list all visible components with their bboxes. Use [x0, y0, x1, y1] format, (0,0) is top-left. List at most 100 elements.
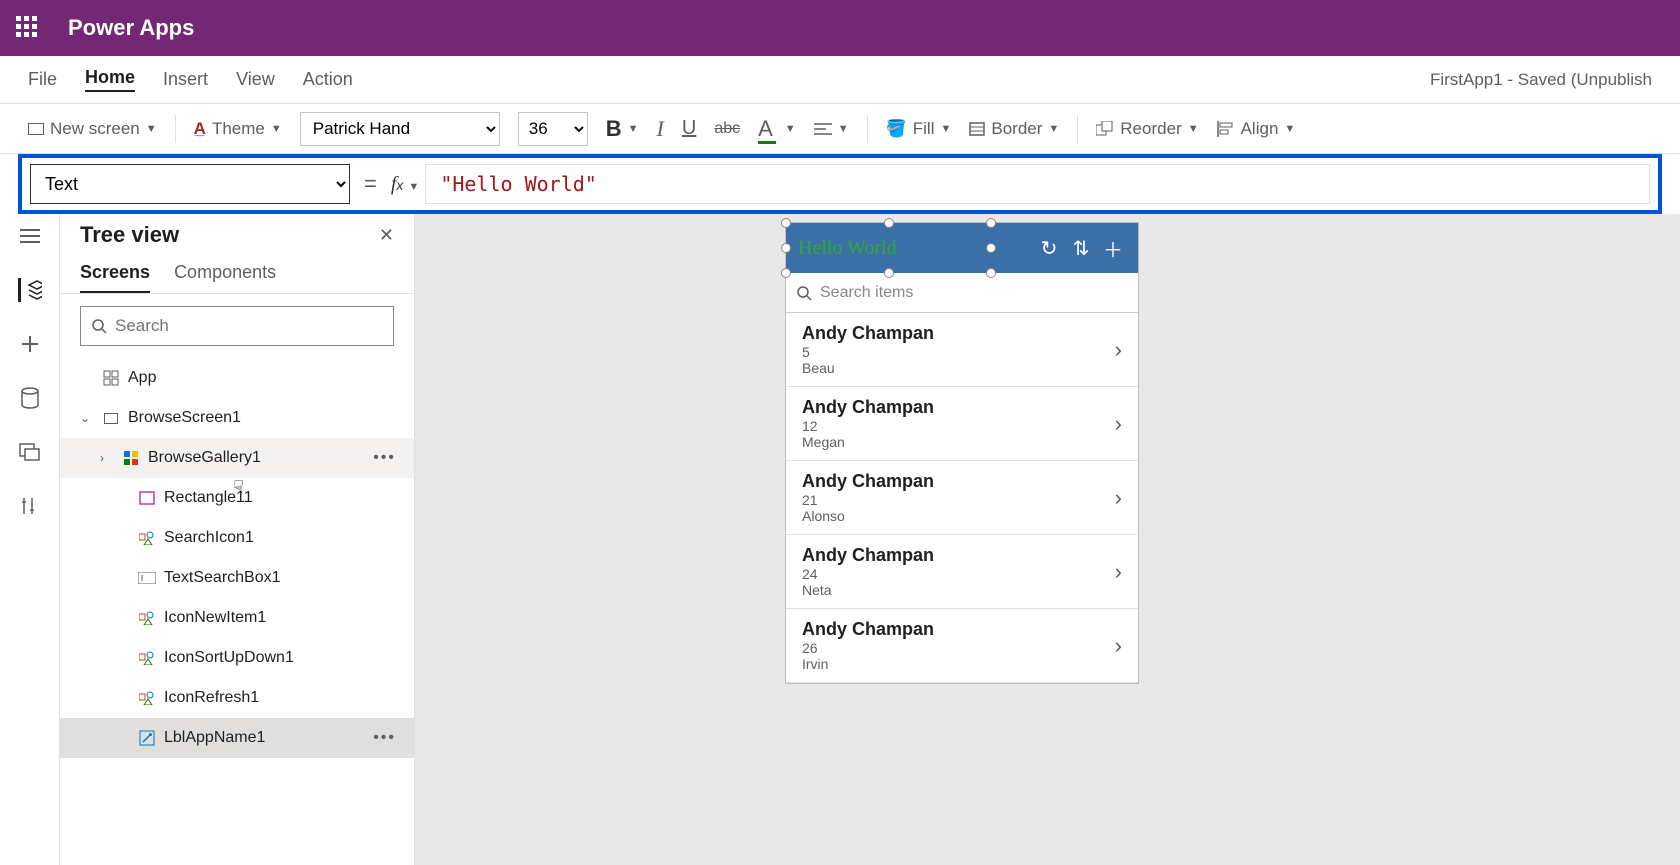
preview-header: Hello World ↻ ⇅ ＋	[786, 223, 1138, 273]
waffle-icon[interactable]	[16, 16, 40, 40]
align-objects-button[interactable]: Align ▼	[1217, 119, 1296, 139]
fill-button[interactable]: 🪣 Fill ▼	[886, 119, 952, 139]
preview-search-placeholder: Search items	[820, 284, 913, 302]
tree-item-searchicon[interactable]: SearchIcon1	[60, 518, 414, 558]
search-icon	[796, 285, 812, 301]
formula-input[interactable]	[425, 164, 1650, 204]
tree-item-textsearchbox[interactable]: TextSearchBox1	[60, 558, 414, 598]
control-icon	[138, 651, 156, 665]
font-size-select[interactable]: 36	[518, 112, 588, 146]
chevron-down-icon: ▼	[271, 123, 282, 135]
menu-view[interactable]: View	[236, 69, 275, 90]
bold-button[interactable]: B ▼	[606, 116, 639, 142]
font-select[interactable]: Patrick Hand	[300, 112, 500, 146]
reorder-icon	[1096, 121, 1114, 137]
tree-search[interactable]	[80, 306, 394, 346]
screen-icon	[102, 413, 120, 424]
theme-button[interactable]: A̲ Theme ▼	[194, 119, 282, 139]
property-select[interactable]: Text	[30, 164, 350, 204]
insert-icon[interactable]	[18, 332, 42, 356]
chevron-down-icon: ▼	[838, 123, 849, 135]
tree-view-icon[interactable]	[18, 278, 42, 302]
more-icon[interactable]: •••	[373, 729, 396, 747]
chevron-down-icon[interactable]: ⌄	[80, 411, 94, 425]
chevron-down-icon: ▼	[628, 123, 639, 135]
tree-search-input[interactable]	[115, 316, 383, 336]
hamburger-icon[interactable]	[18, 224, 42, 248]
app-header: Power Apps	[0, 0, 1680, 56]
data-icon[interactable]	[18, 386, 42, 410]
italic-button[interactable]: I	[657, 116, 664, 142]
reorder-label: Reorder	[1120, 119, 1181, 139]
reorder-button[interactable]: Reorder ▼	[1096, 119, 1198, 139]
theme-label: Theme	[212, 119, 265, 139]
fill-icon: 🪣	[886, 119, 907, 139]
tree-item-iconrefresh[interactable]: IconRefresh1	[60, 678, 414, 718]
close-icon[interactable]: ✕	[379, 225, 394, 246]
list-item[interactable]: Andy Champan26Irvin›	[786, 609, 1138, 683]
font-color-button[interactable]: A ▼	[758, 116, 796, 142]
menu-home[interactable]: Home	[85, 67, 135, 92]
list-item[interactable]: Andy Champan5Beau›	[786, 313, 1138, 387]
media-icon[interactable]	[18, 440, 42, 464]
row-sub: Megan	[802, 434, 1115, 450]
row-number: 24	[802, 566, 1115, 582]
tree-item-iconsortupdown[interactable]: IconSortUpDown1	[60, 638, 414, 678]
tree-item-lblappname[interactable]: LblAppName1 •••	[60, 718, 414, 758]
canvas[interactable]: Hello World ↻ ⇅ ＋ Search items Andy Cham…	[415, 214, 1680, 865]
tree-item-label: IconNewItem1	[164, 609, 266, 627]
new-screen-button[interactable]: New screen ▼	[28, 119, 157, 139]
border-button[interactable]: Border ▼	[969, 119, 1059, 139]
list-item[interactable]: Andy Champan24Neta›	[786, 535, 1138, 609]
menu-insert[interactable]: Insert	[163, 69, 208, 90]
align-text-button[interactable]: ▼	[814, 122, 849, 136]
tree-view-panel: Tree view ✕ Screens Components App ⌄ Bro…	[60, 214, 415, 865]
underline-button[interactable]: U	[682, 117, 696, 140]
tree-item-label: SearchIcon1	[164, 529, 254, 547]
tree-item-browsescreen[interactable]: ⌄ BrowseScreen1	[60, 398, 414, 438]
menu-file[interactable]: File	[28, 69, 57, 90]
formula-bar: Text = fx ▼	[18, 154, 1662, 214]
label-icon	[138, 730, 156, 746]
equals-label: =	[364, 171, 377, 197]
list-item[interactable]: Andy Champan12Megan›	[786, 387, 1138, 461]
tools-icon[interactable]	[18, 494, 42, 518]
more-icon[interactable]: •••	[373, 449, 396, 467]
row-number: 5	[802, 344, 1115, 360]
tree-item-label: IconRefresh1	[164, 689, 259, 707]
gallery-icon	[122, 451, 140, 465]
tree-list: App ⌄ BrowseScreen1 › BrowseGallery1 •••…	[60, 358, 414, 865]
plus-icon[interactable]: ＋	[1100, 234, 1126, 263]
strike-button[interactable]: abc	[714, 120, 740, 138]
border-label: Border	[991, 119, 1042, 139]
menu-action[interactable]: Action	[303, 69, 353, 90]
tab-screens[interactable]: Screens	[80, 254, 150, 293]
tree-item-browsegallery[interactable]: › BrowseGallery1 •••	[60, 438, 414, 478]
preview-search[interactable]: Search items	[786, 273, 1138, 313]
row-name: Andy Champan	[802, 397, 1115, 418]
chevron-right-icon[interactable]: ›	[1115, 411, 1122, 437]
row-sub: Beau	[802, 360, 1115, 376]
fx-icon[interactable]: fx ▼	[391, 173, 419, 196]
list-item[interactable]: Andy Champan21Alonso›	[786, 461, 1138, 535]
chevron-right-icon[interactable]: ›	[1115, 485, 1122, 511]
left-rail	[0, 214, 60, 865]
chevron-right-icon[interactable]: ›	[100, 451, 114, 465]
tree-item-rectangle[interactable]: Rectangle11	[60, 478, 414, 518]
search-icon	[91, 318, 107, 334]
sort-icon[interactable]: ⇅	[1068, 236, 1094, 261]
chevron-right-icon[interactable]: ›	[1115, 559, 1122, 585]
row-name: Andy Champan	[802, 323, 1115, 344]
row-number: 12	[802, 418, 1115, 434]
brand-label: Power Apps	[68, 15, 194, 41]
tab-components[interactable]: Components	[174, 254, 276, 293]
tree-item-iconnewitem[interactable]: IconNewItem1	[60, 598, 414, 638]
row-number: 26	[802, 640, 1115, 656]
chevron-right-icon[interactable]: ›	[1115, 633, 1122, 659]
tree-item-app[interactable]: App	[60, 358, 414, 398]
new-screen-label: New screen	[50, 119, 140, 139]
chevron-down-icon: ▼	[785, 123, 796, 135]
chevron-right-icon[interactable]: ›	[1115, 337, 1122, 363]
row-name: Andy Champan	[802, 619, 1115, 640]
refresh-icon[interactable]: ↻	[1036, 236, 1062, 261]
